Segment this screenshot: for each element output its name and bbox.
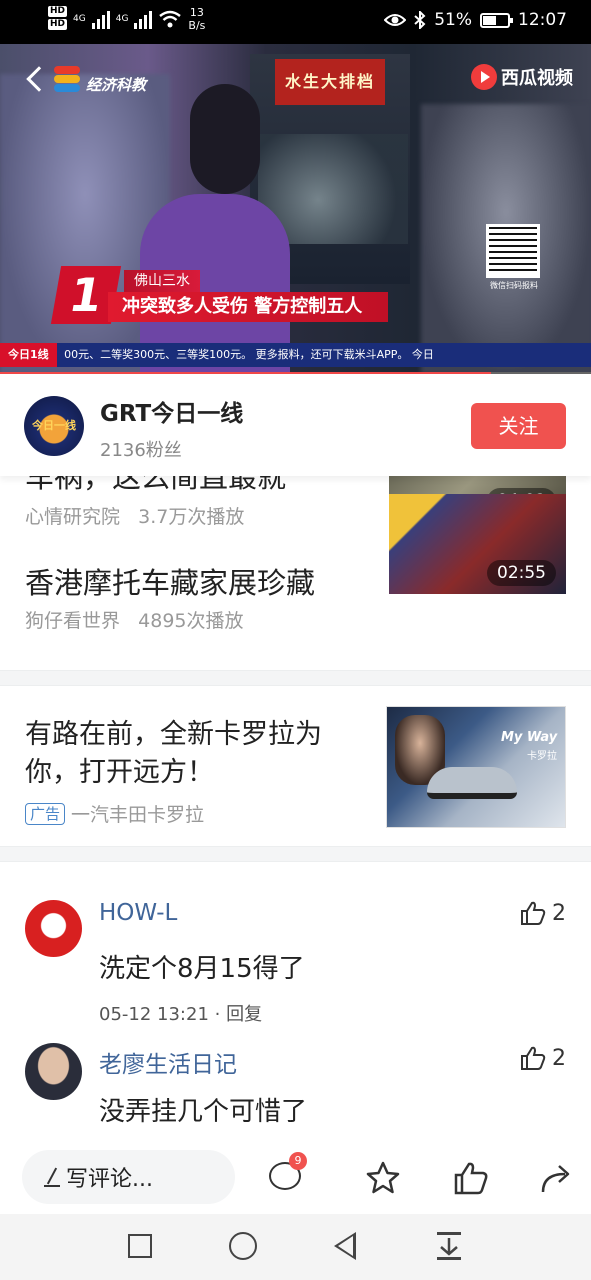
comment-count-badge: 9 — [289, 1152, 307, 1170]
comments-button[interactable]: 9 — [265, 1152, 307, 1198]
author-fans: 2136粉丝 — [100, 440, 182, 461]
net-speed: 13 B/s — [188, 6, 205, 32]
ad-image-brand: 卡罗拉 — [527, 751, 557, 762]
author-bar: 今日一线 GRT今日一线 2136粉丝 关注 — [0, 374, 591, 476]
list-item[interactable]: 香港摩托车藏家展珍藏 狗仔看世界 4895次播放 02:55 — [0, 494, 591, 670]
ad-title: 有路在前，全新卡罗拉为你，打开远方！ — [25, 719, 322, 788]
pen-icon — [44, 1167, 60, 1187]
video-meta: 心情研究院 3.7万次播放 — [25, 502, 244, 529]
battery-percent: 51% — [434, 10, 472, 30]
video-source: 狗仔看世界 — [25, 610, 121, 632]
news-headline: 冲突致多人受伤 警方控制五人 — [108, 292, 388, 322]
eye-icon — [384, 14, 407, 26]
video-player[interactable]: 水生大排档 经济科教 西瓜视频 微信扫码报料 1 佛山三水 冲突致多人受伤 警方… — [0, 44, 591, 374]
ticker-text: 00元、二等奖300元、三等奖100元。 更多报料，还可下载米斗APP。 今日 — [64, 348, 434, 361]
network-type-2: 4G — [115, 14, 129, 24]
author-name[interactable]: GRT今日一线 — [100, 394, 243, 428]
commenter-avatar[interactable] — [25, 900, 82, 957]
comment-item: HOW-L 2 洗定个8月15得了 05-12 13:21 · 回复 — [0, 864, 591, 1039]
news-location: 佛山三水 — [124, 270, 200, 292]
follow-button[interactable]: 关注 — [471, 403, 566, 449]
author-avatar[interactable]: 今日一线 — [24, 396, 84, 456]
ad-card[interactable]: 有路在前，全新卡罗拉为你，打开远方！ 广告 一汽丰田卡罗拉 My Way 卡罗拉 — [0, 686, 591, 846]
video-duration: 02:55 — [487, 560, 556, 586]
net-speed-unit: B/s — [188, 19, 206, 32]
back-arrow-icon[interactable] — [26, 65, 52, 92]
related-video-list: 车祸，这么简直最就 心情研究院 3.7万次播放 04:02 香港摩托车藏家展珍藏… — [0, 476, 591, 862]
commenter-name[interactable]: HOW-L — [99, 900, 177, 926]
bluetooth-icon — [414, 11, 426, 29]
comment-text: 没弄挂几个可惜了 — [99, 1097, 308, 1127]
signal-icon — [91, 9, 110, 29]
commenter-name[interactable]: 老廖生活日记 — [99, 1045, 237, 1079]
ad-car-image — [427, 767, 517, 799]
hd-label-1: HD — [48, 6, 68, 17]
qr-code-icon — [486, 224, 540, 278]
comment-placeholder: 写评论... — [66, 1167, 153, 1192]
video-person-head — [190, 84, 260, 194]
thumbs-up-icon — [521, 901, 546, 925]
video-plays: 3.7万次播放 — [138, 506, 245, 528]
author-avatar-text: 今日一线 — [32, 419, 76, 432]
video-meta: 狗仔看世界 4895次播放 — [25, 606, 244, 633]
like-count: 2 — [552, 1045, 566, 1071]
comment-text: 洗定个8月15得了 — [99, 954, 305, 984]
like-button[interactable]: 2 — [520, 900, 566, 926]
ad-source: 一汽丰田卡罗拉 — [71, 804, 205, 826]
thumbs-up-icon — [454, 1162, 488, 1195]
net-speed-value: 13 — [189, 6, 204, 19]
news-ticker: 今日1线 00元、二等奖300元、三等奖100元。 更多报料，还可下载米斗APP… — [0, 343, 591, 367]
back-icon[interactable] — [334, 1232, 356, 1260]
ad-image[interactable]: My Way 卡罗拉 — [386, 706, 566, 828]
clock: 12:07 — [518, 10, 567, 30]
commenter-avatar[interactable] — [25, 1043, 82, 1100]
hd-label-2: HD — [48, 19, 68, 30]
ad-meta: 广告 一汽丰田卡罗拉 — [25, 800, 204, 827]
video-source: 心情研究院 — [25, 506, 121, 528]
video-shop-sign: 水生大排档 — [275, 59, 385, 105]
share-button[interactable] — [537, 1158, 577, 1198]
like-count: 2 — [552, 900, 566, 926]
qr-caption: 微信扫码报料 — [490, 281, 538, 290]
like-video-button[interactable] — [451, 1158, 491, 1198]
xigua-brand: 西瓜视频 — [471, 64, 573, 90]
ad-slogan: My Way — [501, 730, 558, 745]
like-button[interactable]: 2 — [520, 1045, 566, 1071]
wifi-icon — [159, 10, 182, 28]
home-icon[interactable] — [229, 1232, 257, 1260]
star-icon — [366, 1161, 400, 1194]
reply-button[interactable]: 回复 — [226, 1004, 262, 1025]
video-plays: 4895次播放 — [138, 610, 244, 632]
brand-name: 西瓜视频 — [501, 68, 573, 89]
battery-icon — [480, 12, 513, 28]
notification-pulldown-icon[interactable] — [437, 1232, 461, 1260]
channel-logo-text: 经济科教 — [86, 76, 147, 94]
video-top-left: 经济科教 — [26, 62, 147, 95]
share-arrow-icon — [541, 1165, 570, 1193]
video-thumbnail[interactable]: 02:55 — [389, 494, 566, 594]
signal-icon-2 — [134, 9, 153, 29]
video-title: 香港摩托车藏家展珍藏 — [25, 566, 316, 600]
thumbs-up-icon — [521, 1046, 546, 1070]
comment-toolbar: 写评论... 9 — [0, 1136, 591, 1214]
comment-list: HOW-L 2 洗定个8月15得了 05-12 13:21 · 回复 老廖生活日… — [0, 864, 591, 1159]
recents-icon[interactable] — [128, 1234, 152, 1258]
system-nav-bar — [0, 1214, 591, 1280]
network-type-1: 4G — [73, 14, 86, 24]
comment-meta: 05-12 13:21 · 回复 — [99, 1004, 263, 1025]
video-title: 车祸，这么简直最就 — [25, 476, 287, 494]
ad-tag: 广告 — [25, 802, 66, 825]
favorite-button[interactable] — [363, 1158, 403, 1198]
xigua-logo-icon — [471, 64, 497, 90]
hd-indicator: HD HD — [48, 6, 68, 32]
channel-logo-icon — [52, 64, 82, 94]
section-divider — [0, 846, 591, 862]
comment-time: 05-12 13:21 — [99, 1004, 209, 1025]
status-bar: HD HD 4G 4G 13 B/s 51% 12:07 — [0, 0, 591, 44]
comment-input[interactable]: 写评论... — [22, 1150, 235, 1204]
section-divider — [0, 670, 591, 686]
ticker-tag: 今日1线 — [0, 343, 57, 367]
